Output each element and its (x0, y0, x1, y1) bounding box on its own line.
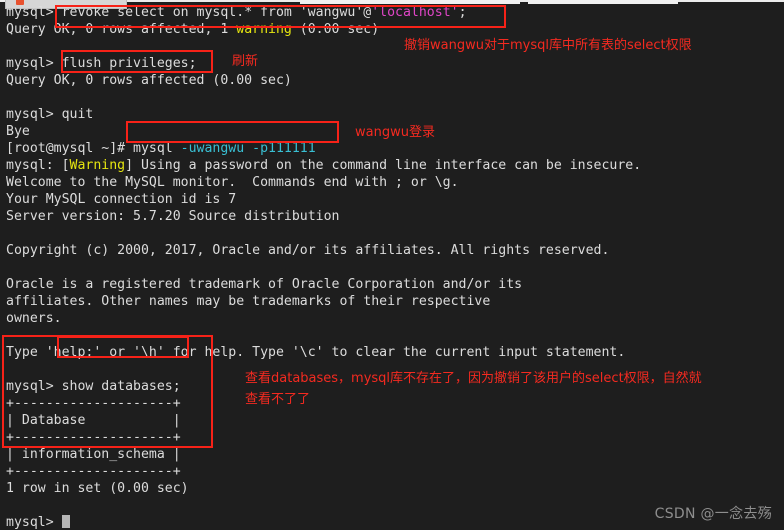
terminal-text: ] Using a password on the command line i… (125, 158, 642, 173)
terminal-text: -uwangwu -p111111 (180, 141, 316, 156)
terminal-line: Oracle is a registered trademark of Orac… (6, 276, 778, 293)
annotation-revoke: 撤销wangwu对于mysql库中所有表的select权限 (404, 38, 692, 53)
terminal-text: Your MySQL connection id is 7 (6, 192, 237, 207)
terminal-text: owners. (6, 311, 62, 326)
terminal-cursor (61, 515, 70, 528)
terminal-text: mysql> quit (6, 107, 94, 122)
terminal-text: revoke select on mysql.* from 'wangwu'@ (61, 5, 372, 20)
terminal-text: 1 row in set (0.00 sec) (6, 481, 189, 496)
terminal-line: Type 'help;' or '\h' for help. Type '\c'… (6, 344, 778, 361)
terminal-text: Bye (6, 124, 30, 139)
terminal-text: 'localhost' (371, 5, 459, 20)
terminal-line: | information_schema | (6, 446, 778, 463)
terminal-text: Query OK, 0 rows affected (0.00 sec) (6, 73, 292, 88)
terminal-text: [root@mysql ~]# mysql (6, 141, 181, 156)
terminal-line: mysql: [Warning] Using a password on the… (6, 157, 778, 174)
annotation-result-line1: 查看databases，mysql库不存在了，因为撤销了该用户的select权限… (245, 371, 702, 386)
terminal-line: +--------------------+ (6, 395, 778, 412)
terminal-output[interactable]: mysql> revoke select on mysql.* from 'wa… (0, 4, 784, 530)
terminal-text: affiliates. Other names may be trademark… (6, 294, 491, 309)
annotation-result-line2: 查看不了了 (245, 392, 311, 407)
annotation-flush: 刷新 (232, 54, 259, 69)
terminal-line: owners. (6, 310, 778, 327)
terminal-text: +--------------------+ (6, 430, 181, 445)
terminal-text: mysql> flush privileges; (6, 56, 197, 71)
terminal-line: mysql> quit (6, 106, 778, 123)
terminal-line: mysql> flush privileges; (6, 55, 778, 72)
terminal-text: Welcome to the MySQL monitor. Commands e… (6, 175, 459, 190)
terminal-line: Copyright (c) 2000, 2017, Oracle and/or … (6, 242, 778, 259)
terminal-line: Welcome to the MySQL monitor. Commands e… (6, 174, 778, 191)
terminal-line: Your MySQL connection id is 7 (6, 191, 778, 208)
terminal-text: Server version: 5.7.20 Source distributi… (6, 209, 340, 224)
terminal-text: Oracle is a registered trademark of Orac… (6, 277, 523, 292)
terminal-line: | Database | (6, 412, 778, 429)
terminal-line: [root@mysql ~]# mysql -uwangwu -p111111 (6, 140, 778, 157)
terminal-text: mysql: [ (6, 158, 70, 173)
terminal-text: (0.00 sec) (291, 22, 380, 37)
terminal-line: mysql> revoke select on mysql.* from 'wa… (6, 4, 778, 21)
terminal-text: +--------------------+ (6, 464, 181, 479)
terminal-line: Server version: 5.7.20 Source distributi… (6, 208, 778, 225)
terminal-text: +--------------------+ (6, 396, 181, 411)
csdn-watermark: CSDN @一念去殇 (654, 506, 772, 522)
terminal-text: Copyright (c) 2000, 2017, Oracle and/or … (6, 243, 610, 258)
annotation-login: wangwu登录 (355, 125, 435, 140)
terminal-text: warning (236, 22, 292, 37)
terminal-text: Query OK, 0 rows affected, 1 (6, 22, 237, 37)
terminal-line: +--------------------+ (6, 429, 778, 446)
terminal-text: | Database | (6, 413, 181, 428)
terminal-text: mysql> (6, 5, 62, 20)
terminal-text: | information_schema | (6, 447, 181, 462)
terminal-line: 1 row in set (0.00 sec) (6, 480, 778, 497)
terminal-text: ; (458, 5, 467, 20)
terminal-text: Warning (69, 158, 126, 173)
terminal-line: +--------------------+ (6, 463, 778, 480)
terminal-text: Type 'help;' or '\h' for help. Type '\c'… (6, 345, 626, 360)
terminal-line: affiliates. Other names may be trademark… (6, 293, 778, 310)
terminal-line: Query OK, 0 rows affected (0.00 sec) (6, 72, 778, 89)
terminal-screenshot: mysql> revoke select on mysql.* from 'wa… (0, 0, 784, 530)
terminal-text: mysql> (6, 515, 62, 530)
terminal-text: mysql> show databases; (6, 379, 181, 394)
